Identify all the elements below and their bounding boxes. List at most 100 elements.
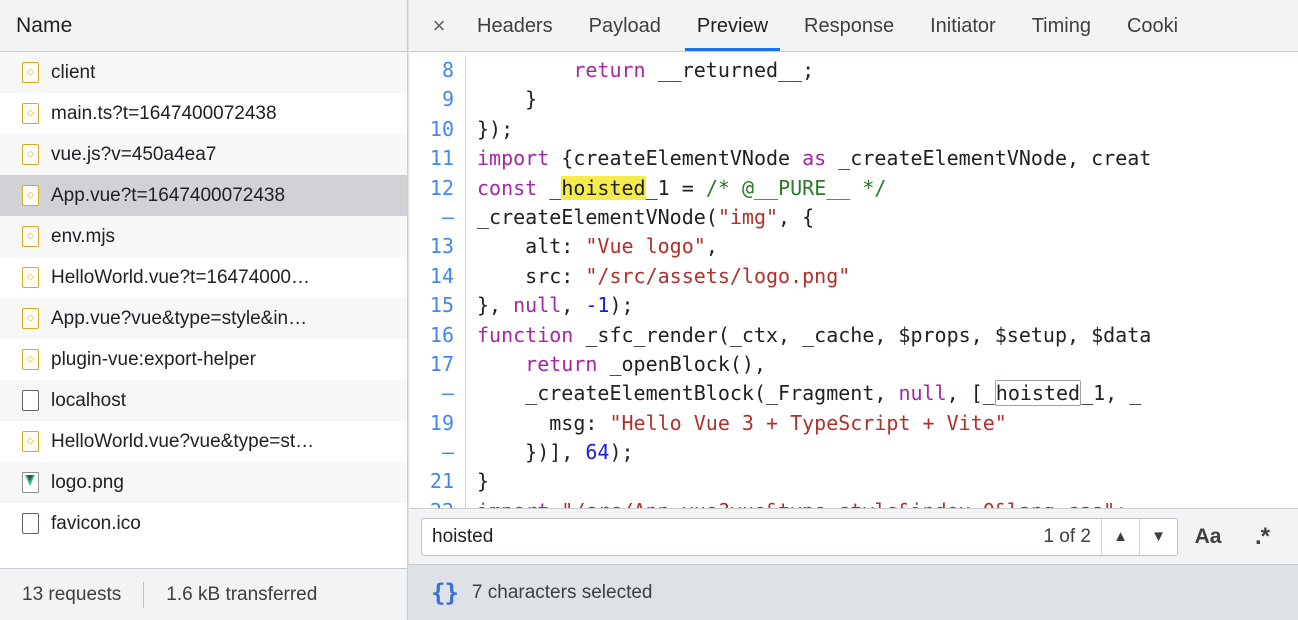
find-next-icon[interactable]: ▼ [1139, 518, 1177, 555]
code-token: _sfc_render(_ctx, _cache, $props, $setup… [573, 322, 1152, 347]
line-number: 11 [429, 146, 454, 171]
code-line-content[interactable]: msg: "Hello Vue 3 + TypeScript + Vite" [465, 408, 1298, 439]
code-line: – })], 64); [409, 438, 1298, 468]
search-match-active: hoisted [561, 175, 646, 200]
preview-code-viewer[interactable]: 8 return __returned__; 9 } 10}); 11 import {… [409, 52, 1298, 508]
line-number: 9 [441, 87, 454, 112]
code-line-content[interactable]: })], 64); [465, 438, 1298, 468]
pretty-print-icon[interactable]: {} [431, 581, 459, 605]
code-line: 11 import {createElementVNode as _createE… [409, 144, 1298, 174]
code-token: import [477, 499, 549, 508]
code-line-content[interactable]: import {createElementVNode as _createEle… [465, 144, 1298, 174]
code-line-content[interactable]: } [465, 85, 1298, 115]
tab-preview[interactable]: Preview [679, 0, 786, 51]
code-line: 17 return _openBlock(), [409, 349, 1298, 380]
code-token: "Hello Vue 3 + TypeScript + Vite" [609, 410, 1007, 435]
code-line-content[interactable]: } [465, 467, 1298, 497]
request-row[interactable]: App.vue?vue&type=style&in… [0, 298, 407, 339]
code-line: 21} [409, 467, 1298, 497]
tab-initiator[interactable]: Initiator [912, 0, 1014, 51]
code-line-content[interactable]: alt: "Vue logo", [465, 232, 1298, 262]
request-row[interactable]: client [0, 52, 407, 93]
code-token: null [898, 381, 947, 406]
code-token: _ [537, 175, 562, 200]
script-file-icon [22, 143, 39, 165]
code-line-content[interactable]: return _openBlock(), [465, 349, 1298, 380]
code-token: {createElementVNode [549, 146, 803, 171]
code-line-content[interactable]: _createElementVNode("img", { [465, 202, 1298, 233]
code-line-content[interactable]: import "/src/App.vue?vue&type=style&inde… [465, 496, 1298, 508]
line-number: 21 [429, 469, 454, 494]
code-token: 64 [585, 440, 610, 465]
request-row-label: env.mjs [51, 226, 116, 246]
regex-toggle-button[interactable]: .* [1238, 517, 1286, 557]
code-line: 10}); [409, 114, 1298, 145]
tab-timing[interactable]: Timing [1014, 0, 1109, 51]
line-number: 22 [409, 497, 465, 508]
code-token: _1, _ [1081, 381, 1142, 406]
code-token: ; [1115, 499, 1127, 508]
code-line: – _createElementVNode("img", { [409, 202, 1298, 233]
request-row-label: App.vue?vue&type=style&in… [51, 308, 308, 328]
document-file-icon [22, 512, 39, 534]
request-row[interactable]: HelloWorld.vue?t=16474000… [0, 257, 407, 298]
request-row[interactable]: localhost [0, 380, 407, 421]
find-previous-icon[interactable]: ▲ [1101, 518, 1139, 555]
request-row[interactable]: vue.js?v=450a4ea7 [0, 134, 407, 175]
request-row[interactable]: logo.png [0, 462, 407, 503]
code-token: _createElementVNode( [477, 204, 718, 229]
script-file-icon [22, 307, 39, 329]
search-match: hoisted [994, 380, 1082, 407]
request-row[interactable]: favicon.ico [0, 503, 407, 544]
request-row[interactable]: App.vue?t=1647400072438 [0, 175, 407, 216]
request-row[interactable]: main.ts?t=1647400072438 [0, 93, 407, 134]
request-row-label: vue.js?v=450a4ea7 [51, 144, 217, 164]
code-token: return [573, 58, 646, 82]
request-row-label: HelloWorld.vue?vue&type=st… [51, 431, 315, 451]
code-line-content[interactable]: _createElementBlock(_Fragment, null, [_h… [465, 379, 1298, 409]
code-line-content[interactable]: src: "/src/assets/logo.png" [465, 261, 1298, 292]
code-line-content[interactable]: }); [465, 114, 1298, 145]
code-line-content[interactable]: return __returned__; [465, 56, 1298, 86]
code-line: 12 const _hoisted_1 = /* @__PURE__ */ [409, 173, 1298, 203]
code-line: 15}, null, -1); [409, 291, 1298, 321]
code-token: ); [609, 440, 634, 465]
match-case-button[interactable]: Aa [1184, 517, 1232, 557]
tab-response[interactable]: Response [786, 0, 912, 51]
code-line-content[interactable]: }, null, -1); [465, 291, 1298, 321]
request-row-label: client [51, 62, 96, 82]
request-list-rows[interactable]: client main.ts?t=1647400072438 vue.js?v=45… [0, 52, 407, 568]
code-token: alt: [525, 234, 586, 259]
code-line: 13 alt: "Vue logo", [409, 232, 1298, 262]
tab-cooki[interactable]: Cooki [1109, 0, 1196, 51]
line-number: 19 [429, 410, 454, 435]
code-line: 19 msg: "Hello Vue 3 + TypeScript + Vite… [409, 408, 1298, 439]
code-line-content[interactable]: function _sfc_render(_ctx, _cache, $prop… [465, 320, 1298, 350]
document-file-icon [22, 389, 39, 411]
tab-payload[interactable]: Payload [571, 0, 679, 51]
line-number: 13 [429, 234, 454, 259]
script-file-icon [22, 102, 39, 124]
request-row-label: HelloWorld.vue?t=16474000… [51, 267, 310, 287]
script-file-icon [22, 348, 39, 370]
request-row[interactable]: plugin-vue:export-helper [0, 339, 407, 380]
line-number: – [441, 381, 454, 406]
script-file-icon [22, 61, 39, 83]
request-row[interactable]: env.mjs [0, 216, 407, 257]
request-row[interactable]: HelloWorld.vue?vue&type=st… [0, 421, 407, 462]
close-icon[interactable]: × [419, 0, 459, 51]
search-input[interactable]: hoisted [422, 519, 1033, 555]
request-list-footer: 13 requests 1.6 kB transferred [0, 568, 407, 620]
code-line: 22import "/src/App.vue?vue&type=style&in… [409, 496, 1298, 508]
code-line: 16 function _sfc_render(_ctx, _cache, $pr… [409, 320, 1298, 350]
code-token: src: [525, 263, 586, 288]
code-token: _createElementVNode, creat [826, 146, 1152, 171]
find-input-wrapper[interactable]: hoisted 1 of 2 ▲ ▼ [421, 517, 1178, 556]
panel-splitter[interactable] [404, 0, 409, 620]
column-header-name[interactable]: Name [16, 14, 72, 38]
tab-headers[interactable]: Headers [459, 0, 571, 51]
request-row-label: plugin-vue:export-helper [51, 349, 256, 369]
request-list-header: Name [0, 0, 407, 52]
request-row-label: localhost [51, 390, 126, 410]
code-line-content[interactable]: const _hoisted_1 = /* @__PURE__ */ [465, 173, 1298, 203]
